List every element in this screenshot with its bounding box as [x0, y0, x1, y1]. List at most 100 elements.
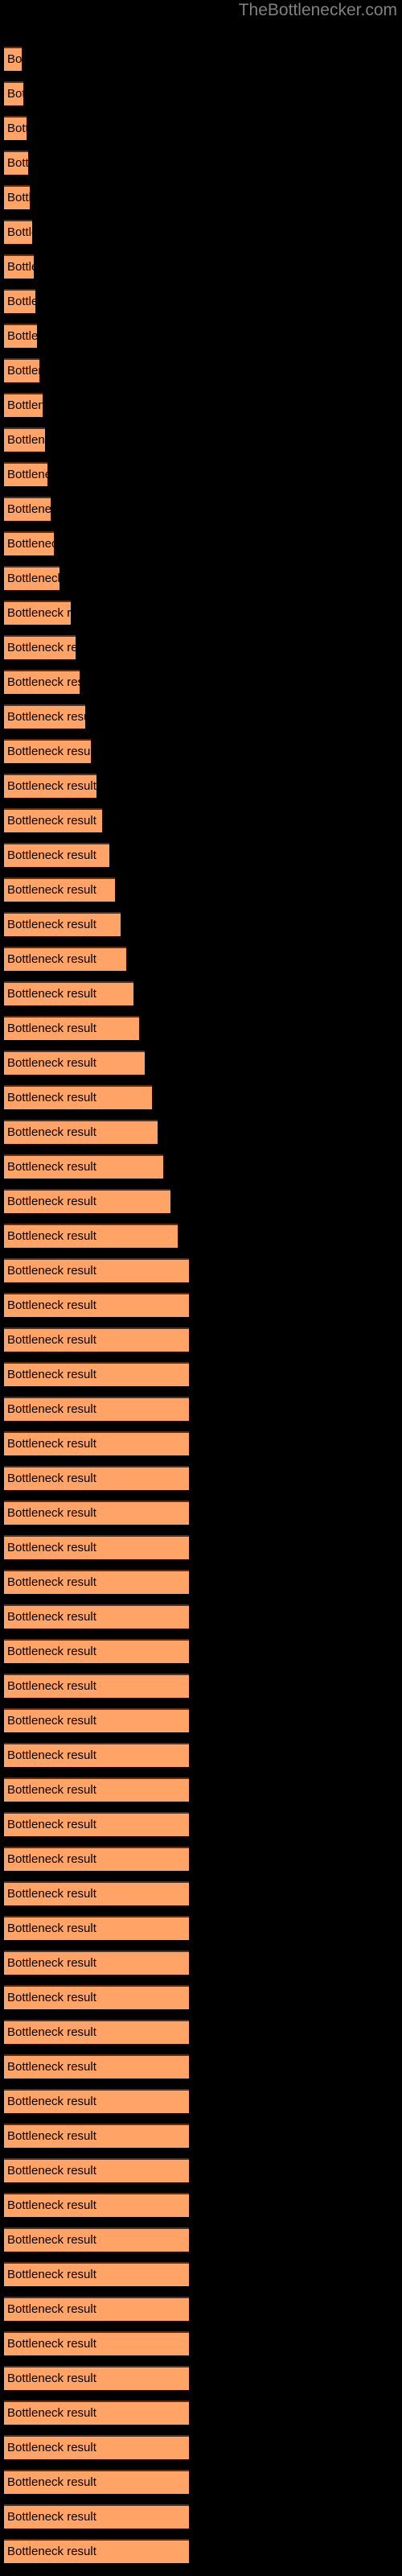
bar[interactable]: Bottleneck result: [4, 116, 27, 140]
bar[interactable]: Bottleneck result: [4, 2331, 189, 2355]
bar[interactable]: Bottleneck result: [4, 531, 54, 555]
bar-row[interactable]: Bottleneck result: [4, 981, 402, 1005]
bar[interactable]: Bottleneck result: [4, 1916, 189, 1940]
bar-row[interactable]: Bottleneck result: [4, 1881, 402, 1905]
bar[interactable]: Bottleneck result: [4, 47, 22, 71]
bar[interactable]: Bottleneck result: [4, 1847, 189, 1871]
bar[interactable]: Bottleneck result: [4, 1154, 163, 1179]
bar[interactable]: Bottleneck result: [4, 1570, 189, 1594]
bar[interactable]: Bottleneck result: [4, 2020, 189, 2044]
bar[interactable]: Bottleneck result: [4, 739, 91, 763]
bar-row[interactable]: Bottleneck result: [4, 1535, 402, 1559]
bar-row[interactable]: Bottleneck result: [4, 2020, 402, 2044]
bar[interactable]: Bottleneck result: [4, 185, 30, 209]
bar[interactable]: Bottleneck result: [4, 1674, 189, 1698]
bar[interactable]: Bottleneck result: [4, 1812, 189, 1836]
bar-row[interactable]: Bottleneck result: [4, 1501, 402, 1525]
bar[interactable]: Bottleneck result: [4, 1951, 189, 1975]
bar-row[interactable]: Bottleneck result: [4, 1120, 402, 1144]
bar-row[interactable]: Bottleneck result: [4, 739, 402, 763]
bar[interactable]: Bottleneck result: [4, 704, 85, 729]
bar[interactable]: Bottleneck result: [4, 1397, 189, 1421]
bar[interactable]: Bottleneck result: [4, 1777, 189, 1802]
bar-row[interactable]: Bottleneck result: [4, 1743, 402, 1767]
bar[interactable]: Bottleneck result: [4, 1604, 189, 1629]
bar[interactable]: Bottleneck result: [4, 601, 71, 625]
bar-row[interactable]: Bottleneck result: [4, 635, 402, 659]
bar-row[interactable]: Bottleneck result: [4, 704, 402, 729]
bar-row[interactable]: Bottleneck result: [4, 2435, 402, 2459]
bar[interactable]: Bottleneck result: [4, 254, 34, 279]
bar-row[interactable]: Bottleneck result: [4, 2331, 402, 2355]
bar-row[interactable]: Bottleneck result: [4, 185, 402, 209]
bar-row[interactable]: Bottleneck result: [4, 1674, 402, 1698]
bar[interactable]: Bottleneck result: [4, 497, 51, 521]
bar[interactable]: Bottleneck result: [4, 2089, 189, 2113]
bar-row[interactable]: Bottleneck result: [4, 1951, 402, 1975]
bar[interactable]: Bottleneck result: [4, 358, 39, 382]
bar[interactable]: Bottleneck result: [4, 670, 80, 694]
bar[interactable]: Bottleneck result: [4, 808, 102, 832]
bar-row[interactable]: Bottleneck result: [4, 1985, 402, 2009]
bar-row[interactable]: Bottleneck result: [4, 1258, 402, 1282]
bar-row[interactable]: Bottleneck result: [4, 843, 402, 867]
bar-row[interactable]: Bottleneck result: [4, 566, 402, 590]
bar[interactable]: Bottleneck result: [4, 1985, 189, 2009]
bar-row[interactable]: Bottleneck result: [4, 254, 402, 279]
bar[interactable]: Bottleneck result: [4, 1743, 189, 1767]
bar-row[interactable]: Bottleneck result: [4, 670, 402, 694]
bar[interactable]: Bottleneck result: [4, 427, 45, 452]
bar[interactable]: Bottleneck result: [4, 220, 32, 244]
bar[interactable]: Bottleneck result: [4, 2227, 189, 2252]
bar-row[interactable]: Bottleneck result: [4, 47, 402, 71]
bar[interactable]: Bottleneck result: [4, 566, 59, 590]
bar-row[interactable]: Bottleneck result: [4, 1847, 402, 1871]
bar[interactable]: Bottleneck result: [4, 2193, 189, 2217]
bar[interactable]: Bottleneck result: [4, 462, 47, 486]
bar-row[interactable]: Bottleneck result: [4, 1293, 402, 1317]
bar[interactable]: Bottleneck result: [4, 2262, 189, 2286]
bar-row[interactable]: Bottleneck result: [4, 358, 402, 382]
bar-row[interactable]: Bottleneck result: [4, 220, 402, 244]
bar[interactable]: Bottleneck result: [4, 1327, 189, 1352]
bar[interactable]: Bottleneck result: [4, 324, 37, 348]
bar[interactable]: Bottleneck result: [4, 2366, 189, 2390]
bar-row[interactable]: Bottleneck result: [4, 427, 402, 452]
bar-row[interactable]: Bottleneck result: [4, 1431, 402, 1455]
bar[interactable]: Bottleneck result: [4, 1639, 189, 1663]
bar[interactable]: Bottleneck result: [4, 912, 121, 936]
bar-row[interactable]: Bottleneck result: [4, 1085, 402, 1109]
bar[interactable]: Bottleneck result: [4, 774, 96, 798]
bar-row[interactable]: Bottleneck result: [4, 1916, 402, 1940]
bar-row[interactable]: Bottleneck result: [4, 1051, 402, 1075]
bar-row[interactable]: Bottleneck result: [4, 462, 402, 486]
bar-row[interactable]: Bottleneck result: [4, 808, 402, 832]
bar-row[interactable]: Bottleneck result: [4, 1327, 402, 1352]
bar-row[interactable]: Bottleneck result: [4, 1777, 402, 1802]
bar[interactable]: Bottleneck result: [4, 393, 43, 417]
bar-row[interactable]: Bottleneck result: [4, 393, 402, 417]
bar-row[interactable]: Bottleneck result: [4, 1604, 402, 1629]
bar-row[interactable]: Bottleneck result: [4, 912, 402, 936]
bar-row[interactable]: Bottleneck result: [4, 2158, 402, 2182]
bar[interactable]: Bottleneck result: [4, 1016, 139, 1040]
bar-row[interactable]: Bottleneck result: [4, 1639, 402, 1663]
bar-row[interactable]: Bottleneck result: [4, 2470, 402, 2494]
bar[interactable]: Bottleneck result: [4, 1224, 178, 1248]
bar[interactable]: Bottleneck result: [4, 1708, 189, 1732]
bar-row[interactable]: Bottleneck result: [4, 1570, 402, 1594]
bar-row[interactable]: Bottleneck result: [4, 2366, 402, 2390]
bar-row[interactable]: Bottleneck result: [4, 324, 402, 348]
bar-row[interactable]: Bottleneck result: [4, 1016, 402, 1040]
bar[interactable]: Bottleneck result: [4, 947, 126, 971]
bar-row[interactable]: Bottleneck result: [4, 2089, 402, 2113]
bar[interactable]: Bottleneck result: [4, 1362, 189, 1386]
bar-row[interactable]: Bottleneck result: [4, 2539, 402, 2563]
bar-row[interactable]: Bottleneck result: [4, 1154, 402, 1179]
bar[interactable]: Bottleneck result: [4, 2124, 189, 2148]
bar[interactable]: Bottleneck result: [4, 81, 23, 105]
bar[interactable]: Bottleneck result: [4, 1466, 189, 1490]
bar[interactable]: Bottleneck result: [4, 1881, 189, 1905]
bar-row[interactable]: Bottleneck result: [4, 2504, 402, 2529]
bar-row[interactable]: Bottleneck result: [4, 2193, 402, 2217]
